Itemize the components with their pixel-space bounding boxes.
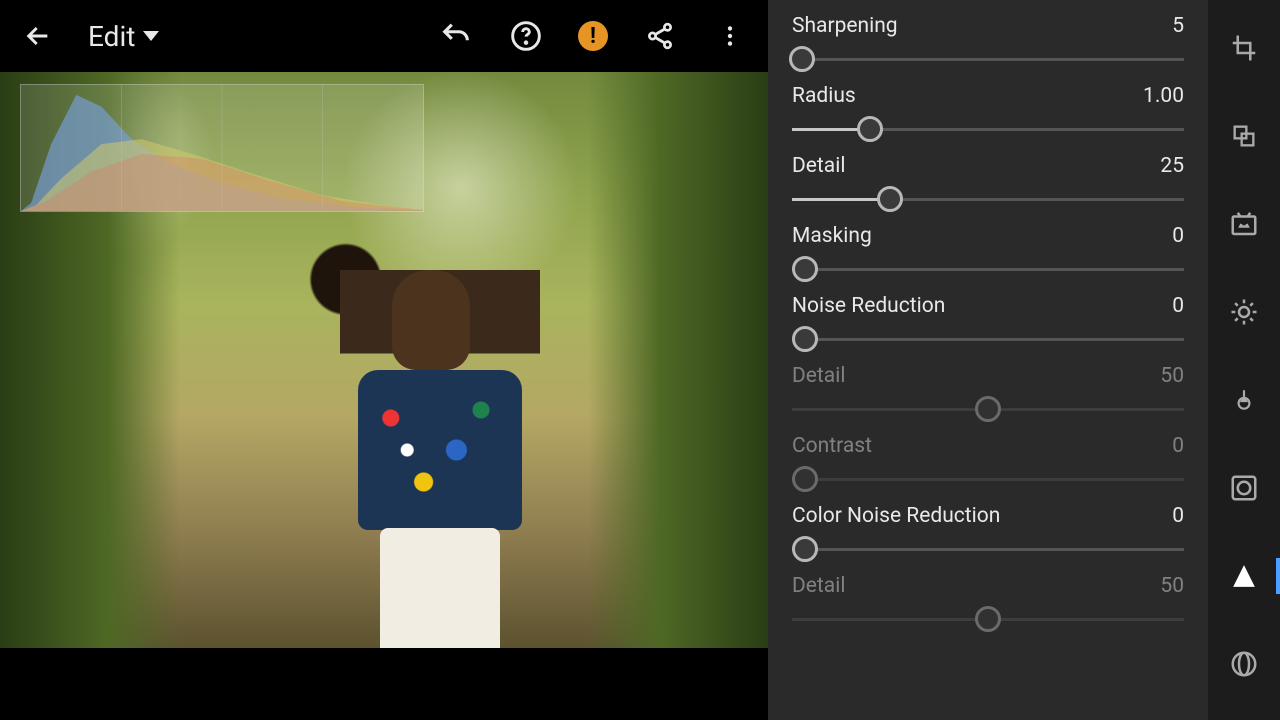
slider-label: Radius (792, 84, 856, 108)
undo-button[interactable] (438, 18, 474, 54)
top-bar: Edit ! (0, 0, 768, 72)
slider-value: 50 (1160, 574, 1184, 598)
image-canvas[interactable] (0, 72, 768, 648)
slider-color-noise-reduction: Color Noise Reduction 0 (792, 504, 1184, 562)
tool-strip (1208, 0, 1280, 720)
slider-label: Color Noise Reduction (792, 504, 1000, 528)
slider-value: 5 (1172, 14, 1184, 38)
slider-thumb[interactable] (792, 256, 818, 282)
tool-auto[interactable] (1224, 204, 1264, 244)
tool-presets[interactable] (1224, 116, 1264, 156)
slider-thumb[interactable] (792, 536, 818, 562)
slider-noise-reduction: Noise Reduction 0 (792, 294, 1184, 352)
slider-label: Detail (792, 154, 845, 178)
histogram[interactable] (20, 84, 424, 212)
slider-value: 0 (1172, 224, 1184, 248)
slider-label: Sharpening (792, 14, 898, 38)
slider-label: Detail (792, 364, 845, 388)
back-button[interactable] (20, 18, 56, 54)
tool-detail[interactable] (1224, 556, 1264, 596)
slider-track (792, 606, 1184, 632)
slider-value: 1.00 (1143, 84, 1184, 108)
tool-effects[interactable] (1224, 468, 1264, 508)
slider-track[interactable] (792, 536, 1184, 562)
slider-label: Contrast (792, 434, 872, 458)
slider-thumb[interactable] (789, 46, 815, 72)
slider-radius: Radius 1.00 (792, 84, 1184, 142)
slider-thumb[interactable] (792, 326, 818, 352)
tool-color[interactable] (1224, 380, 1264, 420)
mode-label: Edit (88, 20, 135, 53)
slider-detail: Detail 50 (792, 574, 1184, 632)
slider-track[interactable] (792, 186, 1184, 212)
slider-track[interactable] (792, 116, 1184, 142)
slider-thumb (792, 466, 818, 492)
slider-track[interactable] (792, 46, 1184, 72)
slider-label: Detail (792, 574, 845, 598)
share-button[interactable] (642, 18, 678, 54)
help-button[interactable] (508, 18, 544, 54)
slider-value: 0 (1172, 434, 1184, 458)
slider-track (792, 396, 1184, 422)
tool-crop[interactable] (1224, 28, 1264, 68)
slider-track[interactable] (792, 256, 1184, 282)
slider-track (792, 466, 1184, 492)
slider-detail: Detail 50 (792, 364, 1184, 422)
slider-thumb[interactable] (857, 116, 883, 142)
photo-subject (340, 270, 540, 648)
tool-light[interactable] (1224, 292, 1264, 332)
slider-masking: Masking 0 (792, 224, 1184, 282)
slider-thumb[interactable] (877, 186, 903, 212)
slider-label: Masking (792, 224, 872, 248)
slider-value: 50 (1160, 364, 1184, 388)
chevron-down-icon (143, 31, 159, 41)
tool-optics[interactable] (1224, 644, 1264, 684)
slider-sharpening: Sharpening 5 (792, 14, 1184, 72)
slider-detail: Detail 25 (792, 154, 1184, 212)
mode-dropdown[interactable]: Edit (88, 20, 159, 53)
slider-track[interactable] (792, 326, 1184, 352)
slider-thumb (975, 606, 1001, 632)
more-button[interactable] (712, 18, 748, 54)
slider-value: 0 (1172, 504, 1184, 528)
adjustments-panel: Sharpening5Radius1.00Detail25Masking0Noi… (768, 0, 1208, 720)
warning-badge[interactable]: ! (578, 21, 608, 51)
slider-thumb (975, 396, 1001, 422)
slider-label: Noise Reduction (792, 294, 945, 318)
slider-contrast: Contrast 0 (792, 434, 1184, 492)
slider-value: 0 (1172, 294, 1184, 318)
slider-value: 25 (1160, 154, 1184, 178)
